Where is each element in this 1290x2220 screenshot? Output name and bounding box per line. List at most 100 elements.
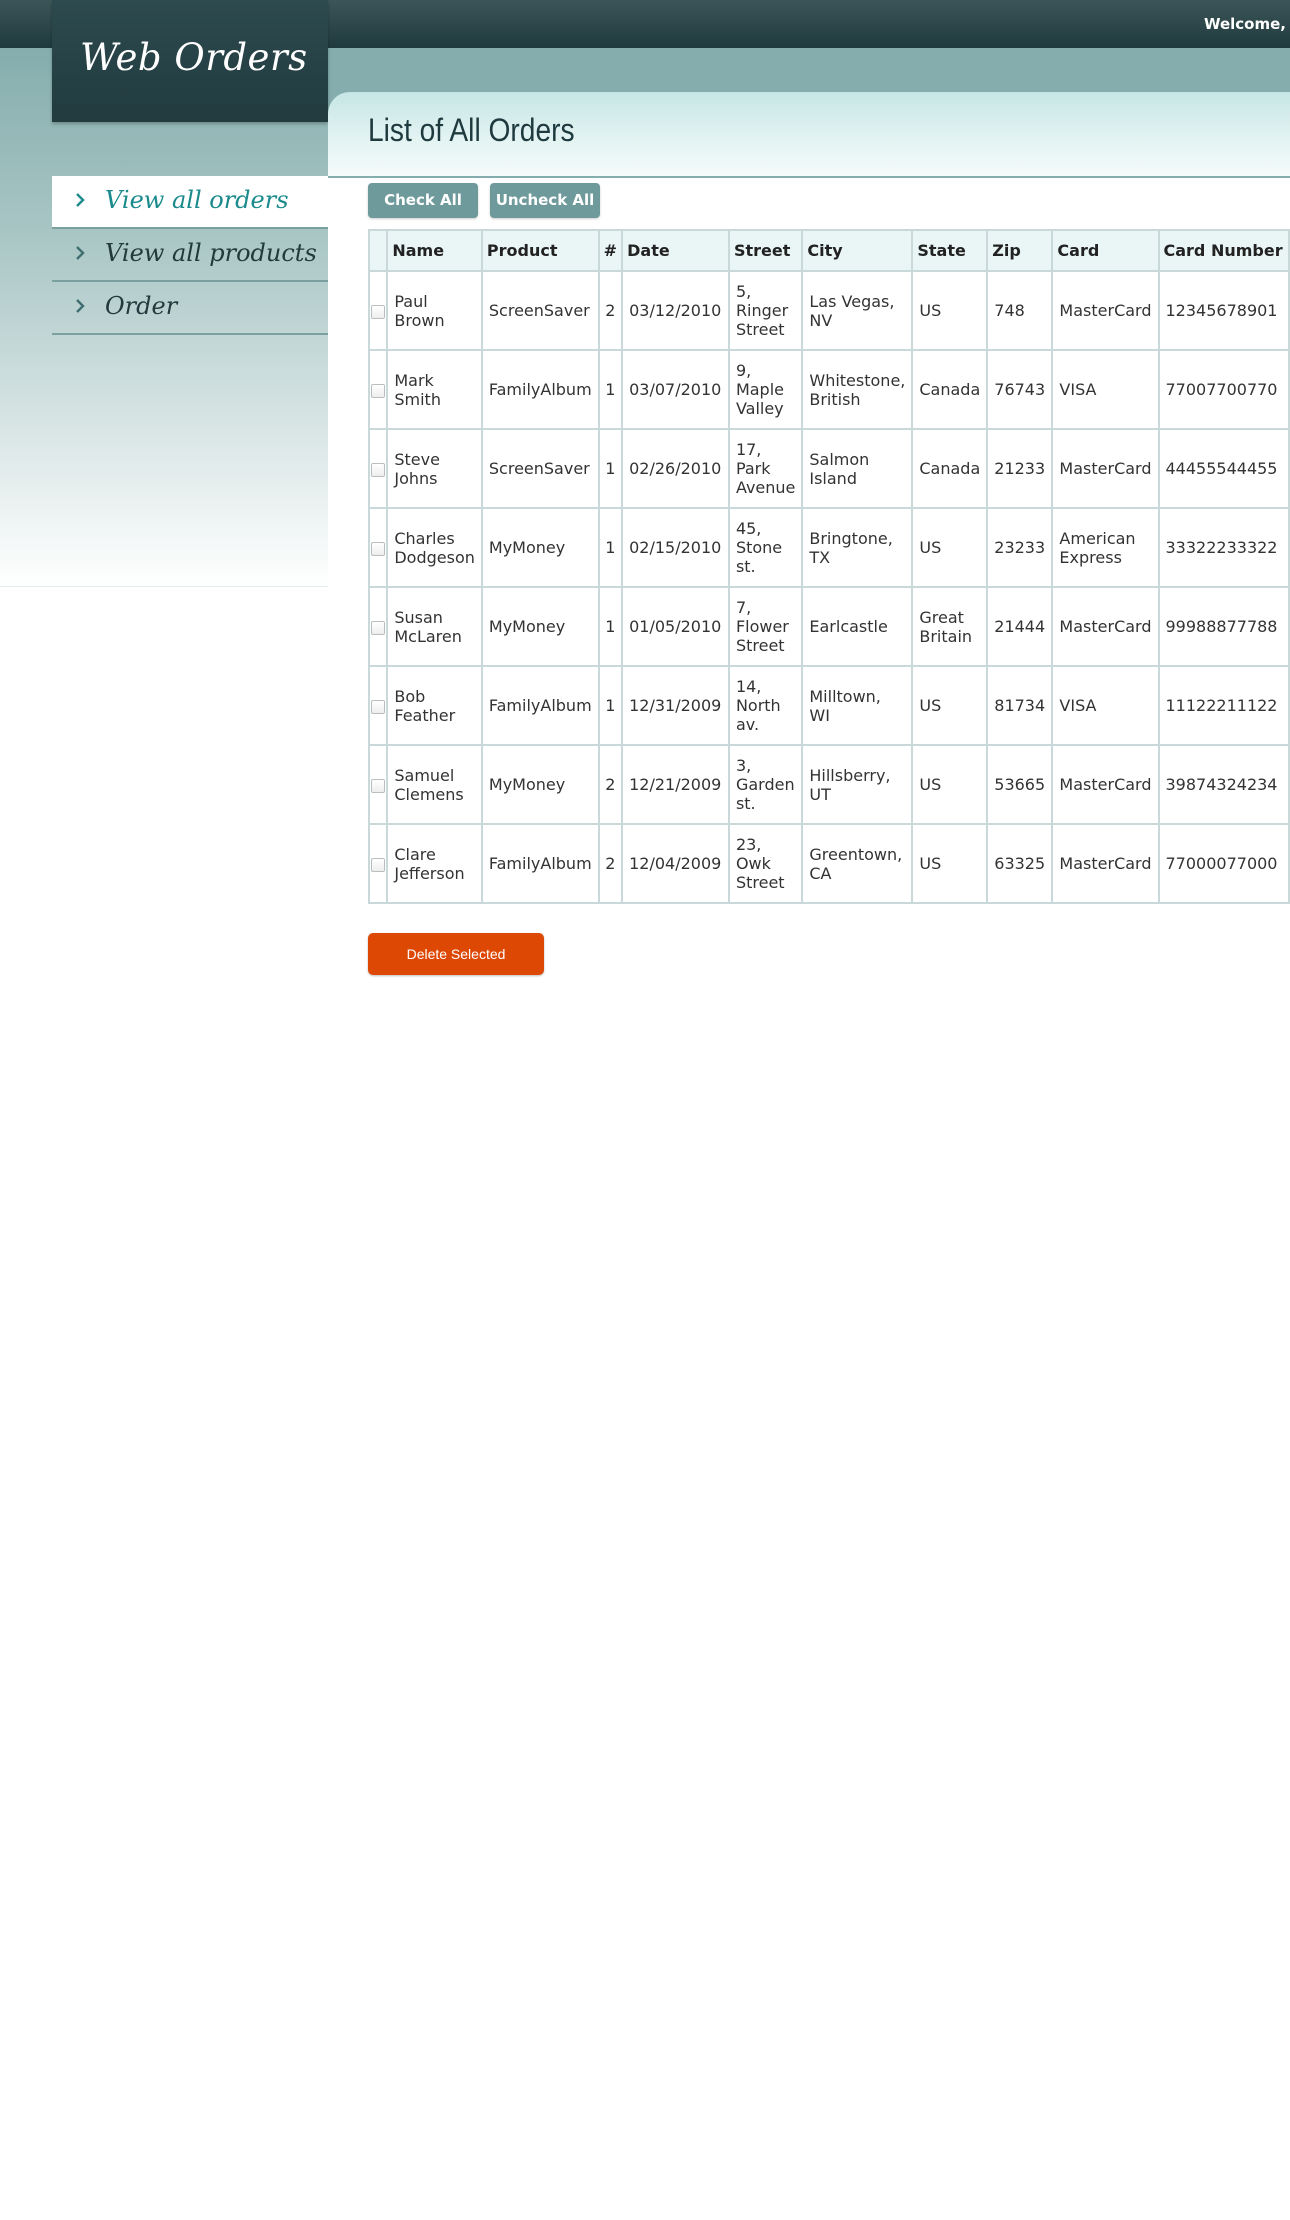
cell-card: MasterCard <box>1051 823 1160 904</box>
cell-product: ScreenSaver <box>480 428 600 509</box>
cell-state: Canada <box>911 428 989 509</box>
row-select-checkbox[interactable] <box>371 541 386 556</box>
cell-card-number: 99988877788 <box>1157 586 1290 667</box>
sidebar-nav: View all orders View all products Order <box>52 176 328 335</box>
cell-quantity: 1 <box>597 665 624 746</box>
cell-quantity: 1 <box>597 586 624 667</box>
cell-state: US <box>911 744 989 825</box>
cell-select <box>367 586 389 667</box>
cell-card-number: 77000077000 <box>1157 823 1290 904</box>
cell-state: Canada <box>911 349 989 430</box>
column-header-product: Product <box>480 229 600 272</box>
cell-product: MyMoney <box>480 744 600 825</box>
column-header-city: City <box>801 229 914 272</box>
table-row: Susan McLaren MyMoney 1 01/05/2010 7, Flower… <box>367 586 1290 667</box>
row-select-checkbox[interactable] <box>371 778 386 793</box>
cell-date: 03/12/2010 <box>621 270 730 351</box>
column-header-card: Card <box>1051 229 1160 272</box>
cell-quantity: 2 <box>597 823 624 904</box>
table-row: Mark Smith FamilyAlbum 1 03/07/2010 9, Maple… <box>367 349 1290 430</box>
cell-state: US <box>911 823 989 904</box>
cell-zip: 21233 <box>986 428 1054 509</box>
table-row: Bob Feather FamilyAlbum 1 12/31/2009 14, Nor… <box>367 665 1290 746</box>
cell-zip: 81734 <box>986 665 1054 746</box>
cell-name: Susan McLaren <box>386 586 483 667</box>
cell-product: FamilyAlbum <box>480 823 600 904</box>
cell-select <box>367 270 389 351</box>
row-select-checkbox[interactable] <box>371 857 386 872</box>
table-row: Samuel Clemens MyMoney 2 12/21/2009 3, Garde… <box>367 744 1290 825</box>
cell-city: Hillsberry, UT <box>801 744 914 825</box>
cell-name: Samuel Clemens <box>386 744 483 825</box>
cell-card-number: 77007700770 <box>1157 349 1290 430</box>
cell-name: Charles Dodgeson <box>386 507 483 588</box>
chevron-right-icon <box>76 299 85 313</box>
cell-date: 12/04/2009 <box>621 823 730 904</box>
cell-street: 7, Flower Street <box>727 586 804 667</box>
sidebar-item-label: View all orders <box>105 186 289 214</box>
row-select-checkbox[interactable] <box>371 620 386 635</box>
cell-street: 45, Stone st. <box>727 507 804 588</box>
cell-product: FamilyAlbum <box>480 349 600 430</box>
column-header-date: Date <box>621 229 730 272</box>
sidebar-item-order[interactable]: Order <box>52 282 328 335</box>
cell-card: MasterCard <box>1051 428 1160 509</box>
cell-card: VISA <box>1051 349 1160 430</box>
cell-city: Las Vegas, NV <box>801 270 914 351</box>
chevron-right-icon <box>76 193 85 207</box>
check-all-button[interactable]: Check All <box>368 183 478 218</box>
column-header-quantity: # <box>597 229 624 272</box>
cell-zip: 76743 <box>986 349 1054 430</box>
cell-date: 01/05/2010 <box>621 586 730 667</box>
row-select-checkbox[interactable] <box>371 304 386 319</box>
cell-select <box>367 823 389 904</box>
cell-card-number: 44455544455 <box>1157 428 1290 509</box>
content-header: List of All Orders <box>328 92 1290 176</box>
page-title: List of All Orders <box>368 112 575 148</box>
web-orders-page: Welcome, Web Orders View all orders View… <box>0 0 1290 2220</box>
cell-select <box>367 428 389 509</box>
cell-card: American Express <box>1051 507 1160 588</box>
cell-name: Steve Johns <box>386 428 483 509</box>
cell-zip: 21444 <box>986 586 1054 667</box>
cell-street: 3, Garden st. <box>727 744 804 825</box>
row-select-checkbox[interactable] <box>371 699 386 714</box>
row-select-checkbox[interactable] <box>371 462 386 477</box>
cell-card-number: 11122211122 <box>1157 665 1290 746</box>
cell-date: 02/26/2010 <box>621 428 730 509</box>
cell-city: Earlcastle <box>801 586 914 667</box>
chevron-right-icon <box>76 246 85 260</box>
cell-city: Bringtone, TX <box>801 507 914 588</box>
cell-quantity: 1 <box>597 428 624 509</box>
column-header-name: Name <box>386 229 483 272</box>
cell-street: 14, North av. <box>727 665 804 746</box>
cell-card: MasterCard <box>1051 586 1160 667</box>
sidebar-item-view-all-orders[interactable]: View all orders <box>52 176 328 229</box>
cell-card-number: 33322233322 <box>1157 507 1290 588</box>
sidebar-item-view-all-products[interactable]: View all products <box>52 229 328 282</box>
cell-zip: 23233 <box>986 507 1054 588</box>
column-header-state: State <box>911 229 989 272</box>
orders-table: Name Product # Date Street City State Zi… <box>367 229 1290 904</box>
delete-selected-button[interactable]: Delete Selected <box>368 933 544 975</box>
cell-city: Whitestone, British <box>801 349 914 430</box>
cell-select <box>367 349 389 430</box>
cell-product: ScreenSaver <box>480 270 600 351</box>
cell-date: 12/31/2009 <box>621 665 730 746</box>
table-header-row: Name Product # Date Street City State Zi… <box>367 229 1290 272</box>
cell-product: MyMoney <box>480 586 600 667</box>
row-select-checkbox[interactable] <box>371 383 386 398</box>
column-header-select <box>367 229 389 272</box>
sidebar-item-label: Order <box>105 292 178 320</box>
cell-card: MasterCard <box>1051 744 1160 825</box>
table-row: Clare Jefferson FamilyAlbum 2 12/04/2009 23,… <box>367 823 1290 904</box>
cell-state: US <box>911 270 989 351</box>
column-header-card-number: Card Number <box>1157 229 1290 272</box>
uncheck-all-button[interactable]: Uncheck All <box>490 183 600 218</box>
cell-product: FamilyAlbum <box>480 665 600 746</box>
cell-card: VISA <box>1051 665 1160 746</box>
cell-zip: 63325 <box>986 823 1054 904</box>
cell-select <box>367 665 389 746</box>
cell-product: MyMoney <box>480 507 600 588</box>
cell-city: Salmon Island <box>801 428 914 509</box>
